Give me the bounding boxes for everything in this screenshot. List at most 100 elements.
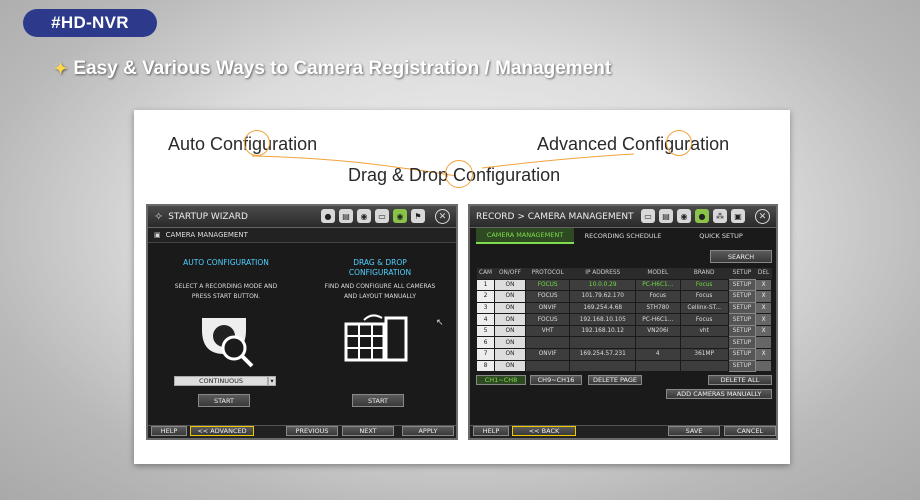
delete-button[interactable]: X [755,278,772,292]
delete-all-button[interactable]: DELETE ALL [708,375,772,385]
system-icon[interactable]: ▣ [731,209,745,223]
table-header: CAM ON/OFF PROTOCOL IP ADDRESS MODEL BRAND SET… [476,268,772,279]
label-auto-configuration: Auto Configuration [168,134,318,154]
monitor-icon[interactable]: ▭ [641,209,655,223]
delete-button[interactable] [755,359,772,373]
delete-button[interactable]: X [755,324,772,338]
cam-number: 3 [475,301,496,315]
wand-icon: ✧ [154,210,164,223]
search-button[interactable]: SEARCH [710,250,772,263]
cam-number: 6 [475,336,496,350]
apply-button[interactable]: APPLY [402,426,454,436]
display-settings-icon[interactable]: ▤ [659,209,673,223]
step-2-icon[interactable]: ▤ [339,209,353,223]
brand-cell: 361MP [679,348,729,361]
cam-number: 5 [475,324,496,338]
add-cameras-manually-button[interactable]: ADD CAMERAS MANUALLY [666,389,772,399]
camera-icon: ▣ [154,231,161,239]
step-4-icon[interactable]: ▭ [375,209,389,223]
on-off-select[interactable]: ON [494,313,526,326]
next-button[interactable]: NEXT [342,426,394,436]
ip-address-cell: 10.0.0.29 [569,278,637,292]
column-header-brand: BRAND [680,268,729,279]
ch1-ch8-button[interactable]: CH1~CH8 [476,375,526,385]
delete-button[interactable]: X [755,301,772,315]
setup-button[interactable]: SETUP [727,313,757,326]
table-row[interactable]: 2 ON FOCUS 101.79.62.170 Focus Focus SETUP X [475,290,772,303]
previous-button[interactable]: PREVIOUS [286,426,338,436]
on-off-select[interactable]: ON [494,278,526,292]
recording-mode-select[interactable]: CONTINUOUS [174,376,268,386]
on-off-select[interactable]: ON [494,359,526,373]
table-row[interactable]: 3 ON ONVIF 169.254.4.68 STH780 Cellinx-ST... S… [475,301,772,315]
setup-button[interactable]: SETUP [727,336,757,350]
auto-config-title: AUTO CONFIGURATION [183,258,269,267]
protocol-cell: ONVIF [524,301,571,315]
delete-button[interactable] [755,336,772,350]
protocol-cell: FOCUS [524,313,571,326]
on-off-select[interactable]: ON [494,336,526,350]
camera-table-body: 1 ON FOCUS 10.0.0.29 PC-H6C1... Focus SETUP X 2 O… [475,278,772,373]
camera-icon[interactable]: ◉ [677,209,691,223]
illustration-panel: Auto Configuration Advanced Configuratio… [134,110,790,464]
auto-start-button[interactable]: START [198,394,250,407]
brand-cell [679,359,729,373]
highlight-ring [445,160,473,188]
table-row[interactable]: 7 ON ONVIF 169.254.57.231 4 361MP SETUP X [475,348,772,361]
on-off-select[interactable]: ON [494,301,526,315]
model-cell: PC-H6C1... [635,313,681,326]
delete-button[interactable]: X [755,348,772,361]
help-button[interactable]: HELP [151,426,187,436]
delete-button[interactable]: X [755,290,772,303]
drag-start-button[interactable]: START [352,394,404,407]
layout-grid-icon [344,314,408,362]
setup-button[interactable]: SETUP [727,278,757,292]
setup-button[interactable]: SETUP [727,348,757,361]
save-button[interactable]: SAVE [668,426,720,436]
tab-camera-management[interactable]: CAMERA MANAGEMENT [476,228,574,244]
tab-quick-setup[interactable]: QUICK SETUP [672,228,770,244]
setup-button[interactable]: SETUP [727,324,757,338]
model-cell: STH780 [635,301,681,315]
on-off-select[interactable]: ON [494,290,526,303]
help-button[interactable]: HELP [473,426,509,436]
on-off-select[interactable]: ON [494,324,526,338]
step-3-icon[interactable]: ◉ [357,209,371,223]
table-row[interactable]: 4 ON FOCUS 192.168.10.105 PC-H6C1... Focus SET… [475,313,772,326]
protocol-cell [524,336,571,350]
network-icon[interactable]: ⁂ [713,209,727,223]
ip-address-cell: 169.254.57.231 [569,348,637,361]
highlight-ring [244,130,270,156]
ip-address-cell: 192.168.10.12 [569,324,637,338]
cancel-button[interactable]: CANCEL [724,426,776,436]
table-row[interactable]: 1 ON FOCUS 10.0.0.29 PC-H6C1... Focus SETUP X [475,278,772,292]
close-icon[interactable]: ✕ [435,209,450,224]
brand-cell: vht [679,324,729,338]
advanced-button[interactable]: << ADVANCED [190,426,254,436]
step-1-icon[interactable]: ● [321,209,335,223]
tab-recording-schedule[interactable]: RECORDING SCHEDULE [574,228,672,244]
step-6-icon[interactable]: ⚑ [411,209,425,223]
on-off-select[interactable]: ON [494,348,526,361]
model-cell: 4 [635,348,681,361]
table-row[interactable]: 8 ON SETUP [475,359,772,373]
close-icon[interactable]: ✕ [755,209,770,224]
label-advanced-configuration: Advanced Configuration [537,134,730,154]
model-cell: VN206i [635,324,681,338]
record-title: RECORD > CAMERA MANAGEMENT [476,211,634,222]
setup-button[interactable]: SETUP [727,301,757,315]
ch9-ch16-button[interactable]: CH9~CH16 [530,375,582,385]
delete-button[interactable]: X [755,313,772,326]
back-button[interactable]: << BACK [512,426,576,436]
table-row[interactable]: 6 ON SETUP [475,336,772,350]
table-row[interactable]: 5 ON VHT 192.168.10.12 VN206i vht SETUP X [475,324,772,338]
setup-button[interactable]: SETUP [727,290,757,303]
headline: ✦ Easy & Various Ways to Camera Registra… [54,58,611,80]
highlight-ring [666,130,692,156]
setup-button[interactable]: SETUP [727,359,757,373]
step-5-icon[interactable]: ◉ [393,209,407,223]
record-icon[interactable]: ● [695,209,709,223]
chevron-down-icon[interactable]: ▾ [268,376,276,386]
delete-page-button[interactable]: DELETE PAGE [588,375,642,385]
mouse-cursor-icon: ↖ [436,318,444,328]
